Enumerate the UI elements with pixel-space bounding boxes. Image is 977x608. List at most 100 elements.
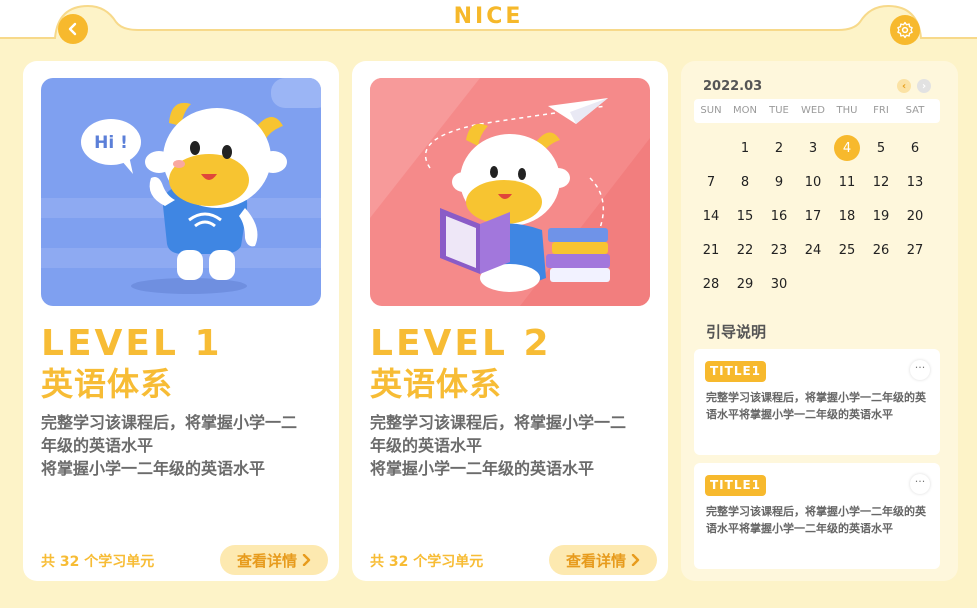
calendar-weekday: SUN	[700, 105, 722, 116]
gear-icon	[897, 21, 913, 39]
calendar-weekday: FRI	[873, 105, 889, 116]
course-description-line: 完整学习该课程后，将掌握小学一二	[41, 413, 298, 432]
calendar-day-number: 26	[872, 242, 890, 258]
calendar-day[interactable]: 23	[762, 233, 796, 267]
view-details-label: 查看详情	[565, 551, 626, 570]
calendar-day-number: 20	[906, 208, 924, 224]
calendar-day-number: 19	[872, 208, 890, 224]
calendar-week-row: 7 8 9 10 11 12 13	[694, 165, 932, 199]
calendar-day[interactable]: 26	[864, 233, 898, 267]
calendar-day[interactable]: 27	[898, 233, 932, 267]
view-details-button[interactable]: 查看详情	[549, 545, 657, 575]
top-bar: NICE	[0, 0, 977, 62]
calendar-day-number: 6	[910, 140, 920, 156]
calendar-weekday: SAT	[905, 105, 925, 116]
calendar-day[interactable]: 29	[728, 267, 762, 301]
calendar-day[interactable]: 14	[694, 199, 728, 233]
calendar-day-number: 8	[740, 174, 750, 190]
calendar-day-number: 15	[736, 208, 754, 224]
calendar-day-selected[interactable]: 4	[830, 131, 864, 165]
calendar-weekday: MON	[733, 105, 757, 116]
calendar-day-number: 3	[808, 140, 818, 156]
calendar-day[interactable]: 2	[762, 131, 796, 165]
calendar-day-number: 18	[838, 208, 856, 224]
calendar-day[interactable]: 21	[694, 233, 728, 267]
calendar-day-number: 30	[770, 276, 788, 292]
course-description-line: 将掌握小学一二年级的英语水平	[41, 459, 266, 478]
calendar-week-row: 28 29 30	[694, 267, 932, 301]
calendar-day[interactable]: 18	[830, 199, 864, 233]
course-level-title: LEVEL 2	[370, 323, 552, 364]
calendar-day[interactable]: 20	[898, 199, 932, 233]
calendar-day-number: 1	[740, 140, 750, 156]
calendar-day[interactable]: 25	[830, 233, 864, 267]
course-illustration-2	[370, 78, 650, 306]
course-subject: 英语体系	[370, 365, 503, 403]
calendar-day[interactable]: 16	[762, 199, 796, 233]
calendar-weekday: TUE	[769, 105, 789, 116]
calendar-day[interactable]: 30	[762, 267, 796, 301]
guide-note[interactable]: TITLE1 ··· 完整学习该课程后，将掌握小学一二年级的英语水平将掌握小学一…	[694, 463, 940, 569]
calendar-grid: 1 2 3 4 5 6 7 8 9 10 11 12 13 14 15 16 17 18 19 20 21 22 23 24 2…	[694, 131, 932, 301]
view-details-button[interactable]: 查看详情	[220, 545, 328, 575]
calendar-day[interactable]: 22	[728, 233, 762, 267]
calendar-day[interactable]: 11	[830, 165, 864, 199]
calendar-day[interactable]: 9	[762, 165, 796, 199]
chevron-right-icon	[302, 554, 311, 566]
calendar-day-number: 28	[702, 276, 720, 292]
calendar-month: 2022.03	[703, 79, 763, 94]
calendar-week-row: 21 22 23 24 25 26 27	[694, 233, 932, 267]
calendar-day[interactable]: 3	[796, 131, 830, 165]
course-unit-count: 共 32 个学习单元	[41, 554, 155, 570]
calendar-week-row: 14 15 16 17 18 19 20	[694, 199, 932, 233]
calendar-day-number: 7	[706, 174, 716, 190]
calendar-day[interactable]: 5	[864, 131, 898, 165]
calendar-day[interactable]: 10	[796, 165, 830, 199]
course-level-title: LEVEL 1	[41, 323, 223, 364]
more-options-button[interactable]: ···	[910, 474, 930, 494]
settings-button[interactable]	[890, 15, 920, 45]
back-button[interactable]	[58, 14, 88, 44]
calendar-day-number: 13	[906, 174, 924, 190]
calendar-weekday: THU	[836, 105, 858, 116]
guide-note[interactable]: TITLE1 ··· 完整学习该课程后，将掌握小学一二年级的英语水平将掌握小学一…	[694, 349, 940, 455]
speech-bubble-text: Hi !	[94, 133, 128, 153]
calendar-empty-cell	[864, 267, 898, 301]
side-panel: 2022.03 ‹ › SUN MON TUE WED THU FRI SAT 123456…	[681, 61, 958, 581]
course-unit-count: 共 32 个学习单元	[370, 554, 484, 570]
course-description: 完整学习该课程后，将掌握小学一二 年级的英语水平 将掌握小学一二年级的英语水平	[41, 411, 331, 480]
course-subject: 英语体系	[41, 365, 174, 403]
calendar-day-number: 4	[834, 135, 860, 161]
calendar-day[interactable]: 8	[728, 165, 762, 199]
calendar-next-button[interactable]: ›	[917, 79, 931, 93]
note-badge: TITLE1	[705, 475, 767, 496]
more-options-button[interactable]: ···	[910, 360, 930, 380]
calendar-day-number: 5	[876, 140, 886, 156]
calendar-day[interactable]: 17	[796, 199, 830, 233]
calendar-weekday-header: SUN MON TUE WED THU FRI SAT	[694, 99, 940, 123]
calendar-day[interactable]: 28	[694, 267, 728, 301]
calendar-day[interactable]: 15	[728, 199, 762, 233]
chevron-right-icon	[631, 554, 640, 566]
calendar-day[interactable]: 19	[864, 199, 898, 233]
course-card-level-1[interactable]: Hi ! LEVEL 1 英语体系 完整学习该课程后，将掌握小学一二 年级的英语…	[23, 61, 339, 581]
calendar-day[interactable]: 13	[898, 165, 932, 199]
calendar-day[interactable]: 6	[898, 131, 932, 165]
calendar-empty-cell	[796, 267, 830, 301]
calendar-day[interactable]: 7	[694, 165, 728, 199]
course-card-level-2[interactable]: LEVEL 2 英语体系 完整学习该课程后，将掌握小学一二 年级的英语水平 将掌…	[352, 61, 668, 581]
calendar-prev-button[interactable]: ‹	[897, 79, 911, 93]
calendar-day[interactable]: 12	[864, 165, 898, 199]
calendar-empty-cell	[830, 267, 864, 301]
calendar-day[interactable]: 1	[728, 131, 762, 165]
calendar-empty-cell	[694, 131, 728, 165]
calendar-empty-cell	[898, 267, 932, 301]
note-body: 完整学习该课程后，将掌握小学一二年级的英语水平将掌握小学一二年级的英语水平	[706, 505, 926, 535]
app-title: NICE	[453, 4, 524, 29]
calendar-week-row: 1 2 345 6	[694, 131, 932, 165]
calendar-day-number: 21	[702, 242, 720, 258]
course-illustration-1: Hi !	[41, 78, 321, 306]
calendar-day[interactable]: 24	[796, 233, 830, 267]
calendar-day-number: 14	[702, 208, 720, 224]
guide-section-title: 引导说明	[706, 323, 767, 341]
